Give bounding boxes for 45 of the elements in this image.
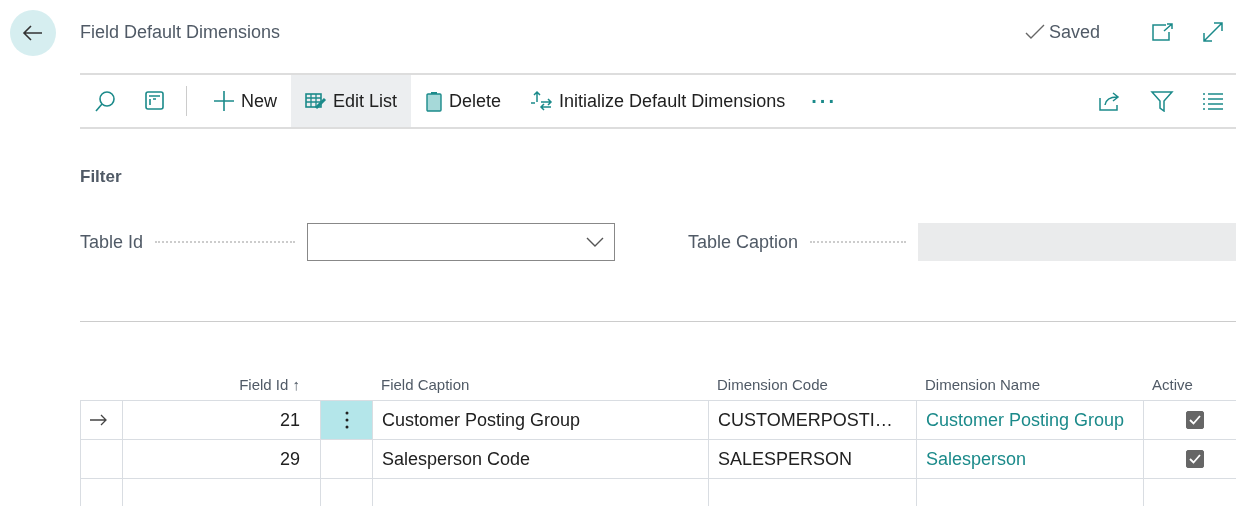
list-view-icon[interactable] [1202,92,1224,110]
empty-cell [320,478,372,506]
field-label: Table Caption [688,231,799,253]
action-button[interactable]: Edit List [291,75,412,127]
back-button[interactable] [10,10,56,56]
table-cell: Salesperson Code [372,439,708,478]
column-header[interactable]: Field Caption [381,375,470,393]
action-button[interactable]: Delete [411,75,516,127]
column-header[interactable]: Active [1152,375,1193,393]
row-menu-cell[interactable] [320,439,372,478]
table-edit-icon [305,91,327,111]
saved-status: Saved [1048,21,1100,43]
check-icon [1024,24,1045,40]
table-cell: SALESPERSON [708,439,916,478]
dropdown-field[interactable] [307,223,616,261]
checkbox[interactable] [1185,411,1204,429]
page-title: Field Default Dimensions [80,21,282,43]
empty-cell [80,478,122,506]
column-header[interactable]: Dimension Name [925,375,1041,393]
row-menu-cell[interactable] [320,400,372,439]
table-cell: 29 [122,439,320,478]
checkbox[interactable] [1185,450,1204,468]
filter-heading: Filter [80,167,123,187]
arrows-icon [529,90,554,112]
action-button[interactable]: Initialize Default Dimensions [515,75,800,127]
more-vertical-icon[interactable] [344,411,349,429]
table-cell: Customer Posting Group [372,400,708,439]
search-icon[interactable] [94,90,116,112]
filter-icon[interactable] [1150,90,1174,112]
chevron-icon [586,237,605,247]
field-label: Table Id [80,231,144,253]
layout-icon[interactable] [144,90,166,112]
expand-icon[interactable] [1202,21,1224,43]
arrow-right-icon [90,414,108,426]
open-in-new-window-icon[interactable] [1152,23,1174,41]
plus-icon [213,90,235,112]
more-actions-button[interactable]: ··· [805,88,844,114]
share-icon[interactable] [1098,90,1122,112]
table-cell: CUSTOMERPOSTI… [708,400,916,439]
dimension-name-link[interactable]: Customer Posting Group [926,409,1125,431]
column-header[interactable]: Field Id ↑ [239,375,300,393]
column-header[interactable]: Dimension Code [717,375,828,393]
dimension-name-link[interactable]: Salesperson [926,448,1027,470]
action-button[interactable]: New [199,75,291,127]
clipboard-icon [425,90,444,112]
